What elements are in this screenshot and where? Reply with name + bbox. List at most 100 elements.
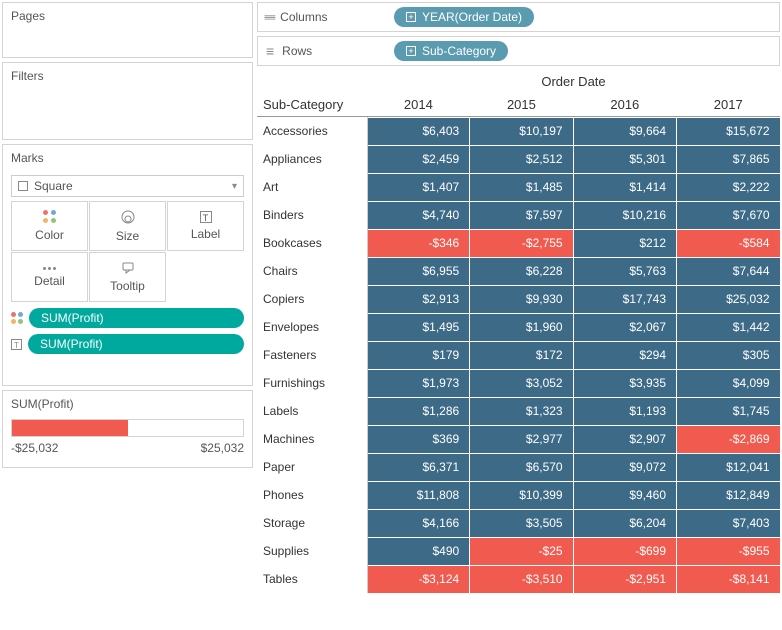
heatmap-cell[interactable]: $15,672 (677, 118, 779, 145)
row-label[interactable]: Copiers (257, 285, 367, 313)
heatmap-cell[interactable]: $2,977 (470, 426, 572, 453)
heatmap-cell[interactable]: $369 (368, 426, 469, 453)
mark-type-dropdown[interactable]: Square ▾ (11, 175, 244, 197)
heatmap-cell[interactable]: $12,849 (677, 482, 779, 509)
row-label[interactable]: Paper (257, 453, 367, 481)
tooltip-button[interactable]: Tooltip (89, 252, 166, 302)
heatmap-cell[interactable]: -$2,755 (470, 230, 572, 257)
heatmap-cell[interactable]: $490 (368, 538, 469, 565)
size-button[interactable]: Size (89, 201, 166, 251)
row-label[interactable]: Chairs (257, 257, 367, 285)
heatmap-cell[interactable]: -$699 (574, 538, 676, 565)
heatmap-cell[interactable]: $294 (574, 342, 676, 369)
heatmap-cell[interactable]: $6,955 (368, 258, 469, 285)
heatmap-cell[interactable]: $1,745 (677, 398, 779, 425)
pages-card[interactable]: Pages (2, 2, 253, 58)
heatmap-cell[interactable]: $9,460 (574, 482, 676, 509)
heatmap-cell[interactable]: $6,371 (368, 454, 469, 481)
heatmap-cell[interactable]: $2,222 (677, 174, 779, 201)
heatmap-cell[interactable]: -$2,869 (677, 426, 779, 453)
heatmap-cell[interactable]: $1,407 (368, 174, 469, 201)
heatmap-cell[interactable]: $7,597 (470, 202, 572, 229)
row-label[interactable]: Accessories (257, 117, 367, 146)
heatmap-cell[interactable]: $305 (677, 342, 779, 369)
year-header[interactable]: 2017 (677, 93, 780, 117)
heatmap-cell[interactable]: $4,166 (368, 510, 469, 537)
row-label[interactable]: Art (257, 173, 367, 201)
row-label[interactable]: Envelopes (257, 313, 367, 341)
heatmap-cell[interactable]: $212 (574, 230, 676, 257)
heatmap-cell[interactable]: $179 (368, 342, 469, 369)
heatmap-cell[interactable]: $5,301 (574, 146, 676, 173)
heatmap-cell[interactable]: $172 (470, 342, 572, 369)
filters-card[interactable]: Filters (2, 62, 253, 140)
heatmap-cell[interactable]: $7,403 (677, 510, 779, 537)
heatmap-cell[interactable]: $7,644 (677, 258, 779, 285)
heatmap-cell[interactable]: $12,041 (677, 454, 779, 481)
heatmap-cell[interactable]: $5,763 (574, 258, 676, 285)
heatmap-cell[interactable]: -$346 (368, 230, 469, 257)
row-label[interactable]: Labels (257, 397, 367, 425)
row-label[interactable]: Furnishings (257, 369, 367, 397)
rows-pill[interactable]: + Sub-Category (394, 41, 508, 61)
heatmap-cell[interactable]: $11,808 (368, 482, 469, 509)
heatmap-cell[interactable]: $2,907 (574, 426, 676, 453)
heatmap-cell[interactable]: -$584 (677, 230, 779, 257)
heatmap-cell[interactable]: $2,459 (368, 146, 469, 173)
heatmap-cell[interactable]: $1,414 (574, 174, 676, 201)
heatmap-cell[interactable]: $1,495 (368, 314, 469, 341)
heatmap-cell[interactable]: $9,664 (574, 118, 676, 145)
heatmap-cell[interactable]: -$25 (470, 538, 572, 565)
heatmap-cell[interactable]: $6,403 (368, 118, 469, 145)
heatmap-cell[interactable]: $6,204 (574, 510, 676, 537)
row-label[interactable]: Fasteners (257, 341, 367, 369)
heatmap-cell[interactable]: $1,442 (677, 314, 779, 341)
color-legend-card[interactable]: SUM(Profit) -$25,032 $25,032 (2, 390, 253, 468)
row-label[interactable]: Binders (257, 201, 367, 229)
row-label[interactable]: Appliances (257, 145, 367, 173)
heatmap-cell[interactable]: $10,216 (574, 202, 676, 229)
heatmap-cell[interactable]: $7,865 (677, 146, 779, 173)
heatmap-cell[interactable]: -$955 (677, 538, 779, 565)
heatmap-cell[interactable]: $1,960 (470, 314, 572, 341)
heatmap-cell[interactable]: $1,193 (574, 398, 676, 425)
heatmap-cell[interactable]: $6,570 (470, 454, 572, 481)
heatmap-cell[interactable]: $6,228 (470, 258, 572, 285)
row-label[interactable]: Phones (257, 481, 367, 509)
heatmap-cell[interactable]: $10,399 (470, 482, 572, 509)
heatmap-cell[interactable]: $4,740 (368, 202, 469, 229)
heatmap-cell[interactable]: $25,032 (677, 286, 779, 313)
heatmap-cell[interactable]: $9,930 (470, 286, 572, 313)
label-pill[interactable]: SUM(Profit) (28, 334, 244, 354)
heatmap-cell[interactable]: $1,323 (470, 398, 572, 425)
heatmap-cell[interactable]: $9,072 (574, 454, 676, 481)
heatmap-cell[interactable]: $17,743 (574, 286, 676, 313)
year-header[interactable]: 2016 (573, 93, 676, 117)
detail-button[interactable]: Detail (11, 252, 88, 302)
heatmap-cell[interactable]: $4,099 (677, 370, 779, 397)
heatmap-cell[interactable]: $1,973 (368, 370, 469, 397)
year-header[interactable]: 2015 (470, 93, 573, 117)
rows-shelf[interactable]: Rows + Sub-Category (257, 36, 780, 66)
columns-pill[interactable]: + YEAR(Order Date) (394, 7, 534, 27)
heatmap-cell[interactable]: $3,505 (470, 510, 572, 537)
row-label[interactable]: Bookcases (257, 229, 367, 257)
color-button[interactable]: Color (11, 201, 88, 251)
row-label[interactable]: Tables (257, 565, 367, 593)
heatmap-cell[interactable]: $10,197 (470, 118, 572, 145)
heatmap-cell[interactable]: -$3,510 (470, 566, 572, 593)
heatmap-cell[interactable]: $2,913 (368, 286, 469, 313)
heatmap-cell[interactable]: $3,935 (574, 370, 676, 397)
heatmap-cell[interactable]: $1,286 (368, 398, 469, 425)
heatmap-cell[interactable]: -$8,141 (677, 566, 779, 593)
heatmap-cell[interactable]: $2,512 (470, 146, 572, 173)
heatmap-cell[interactable]: $3,052 (470, 370, 572, 397)
heatmap-cell[interactable]: $1,485 (470, 174, 572, 201)
row-label[interactable]: Supplies (257, 537, 367, 565)
columns-shelf[interactable]: Columns + YEAR(Order Date) (257, 2, 780, 32)
color-pill[interactable]: SUM(Profit) (29, 308, 244, 328)
heatmap-cell[interactable]: $7,670 (677, 202, 779, 229)
row-label[interactable]: Storage (257, 509, 367, 537)
heatmap-cell[interactable]: -$3,124 (368, 566, 469, 593)
label-button[interactable]: T Label (167, 201, 244, 251)
